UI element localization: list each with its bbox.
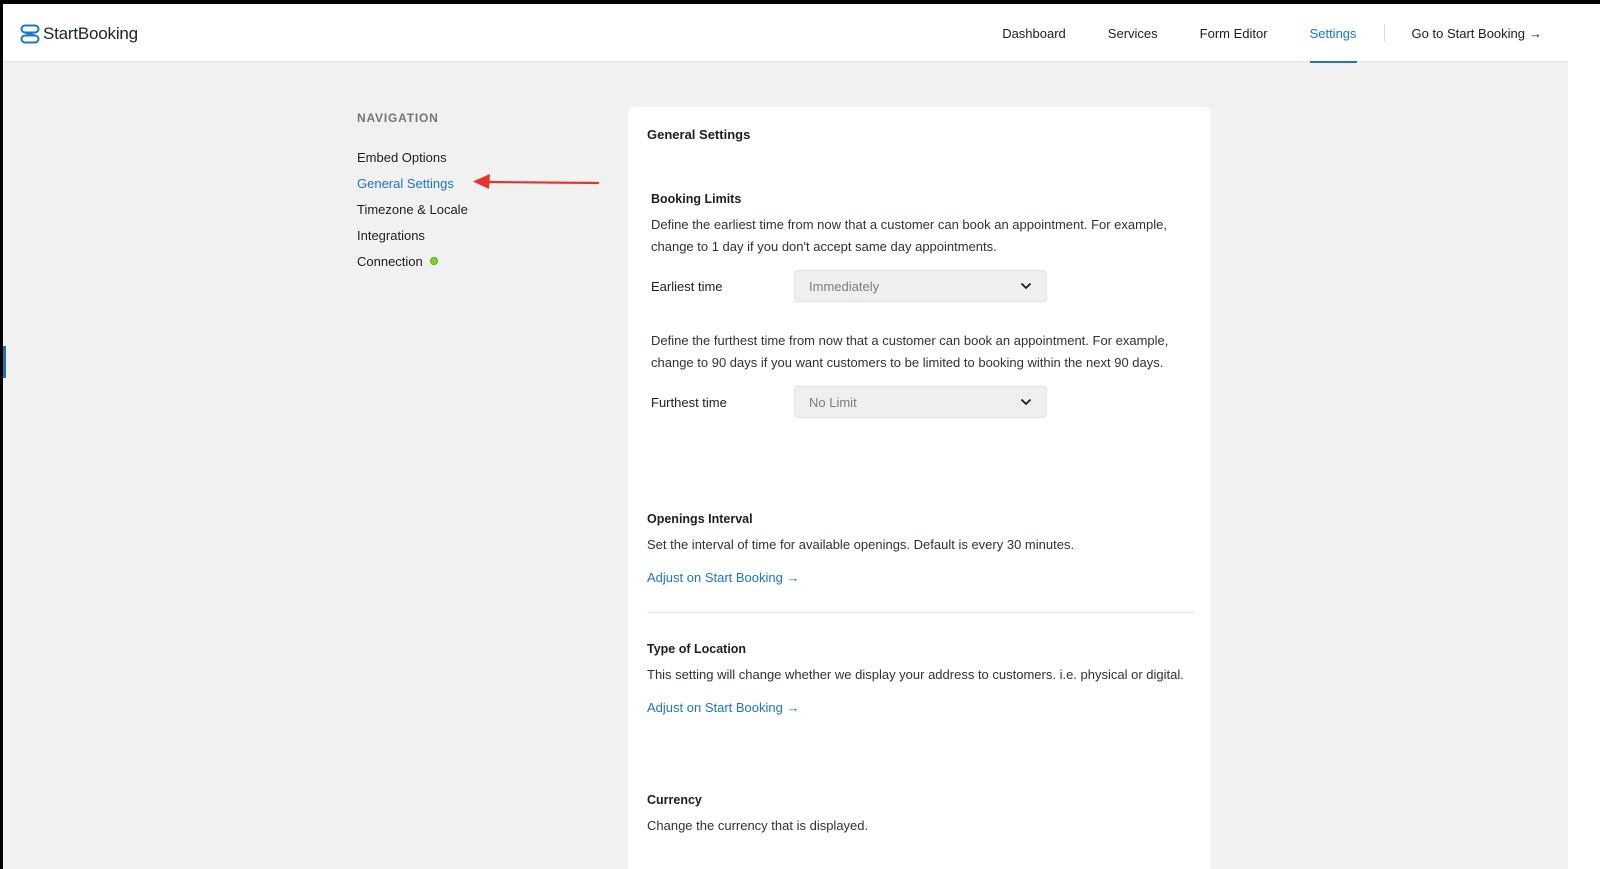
nav-divider (1383, 24, 1385, 42)
nav-dashboard[interactable]: Dashboard (1002, 4, 1066, 62)
earliest-time-select[interactable]: Immediately (794, 270, 1047, 302)
furthest-time-select[interactable]: No Limit (794, 386, 1047, 418)
type-of-location-heading: Type of Location (647, 642, 747, 656)
sidenav-item-embed-options[interactable]: Embed Options (357, 144, 557, 170)
booking-limits-section: Booking Limits Define the earliest time … (651, 192, 1196, 418)
currency-heading: Currency (647, 793, 702, 807)
right-edge-strip (1568, 4, 1600, 869)
type-of-location-section: Type of Location This setting will chang… (647, 642, 1192, 715)
openings-interval-section: Openings Interval Set the interval of ti… (647, 512, 1192, 585)
openings-interval-description: Set the interval of time for available o… (647, 537, 1075, 552)
startbooking-logo-icon (20, 24, 40, 44)
location-adjust-link[interactable]: Adjust on Start Booking → (647, 700, 799, 715)
currency-section: Currency Change the currency that is dis… (647, 793, 1192, 837)
chevron-down-icon (1020, 398, 1032, 406)
type-of-location-description: This setting will change whether we disp… (647, 667, 1184, 682)
brand-name: StartBooking (43, 24, 138, 43)
furthest-time-row: Furthest time No Limit (651, 386, 1196, 418)
furthest-description: Define the furthest time from now that a… (651, 333, 1169, 370)
sidenav-item-connection[interactable]: Connection (357, 248, 557, 274)
brand-logo[interactable]: StartBooking (20, 24, 138, 44)
furthest-time-label: Furthest time (651, 394, 727, 410)
sidenav-item-label: Connection (357, 253, 423, 269)
general-settings-card: General Settings Booking Limits Define t… (628, 107, 1211, 869)
nav-settings[interactable]: Settings (1309, 4, 1357, 63)
go-to-start-booking-link[interactable]: Go to Start Booking → (1412, 4, 1542, 62)
card-title: General Settings (647, 127, 751, 142)
connection-status-dot (429, 257, 438, 265)
openings-interval-heading: Openings Interval (647, 512, 753, 526)
booking-limits-heading: Booking Limits (651, 192, 742, 206)
sidenav-item-timezone-locale[interactable]: Timezone & Locale (357, 196, 557, 222)
sidenav-heading: NAVIGATION (357, 111, 439, 125)
edge-handle[interactable] (3, 346, 6, 378)
top-bar: StartBooking Dashboard Services Form Edi… (3, 4, 1568, 63)
earliest-time-label: Earliest time (651, 278, 723, 294)
nav-services[interactable]: Services (1108, 4, 1158, 62)
annotation-arrow-icon (473, 174, 600, 189)
furthest-time-value: No Limit (809, 394, 857, 410)
sidenav-item-integrations[interactable]: Integrations (357, 222, 557, 248)
app-window: StartBooking Dashboard Services Form Edi… (3, 4, 1600, 869)
settings-sidenav: NAVIGATION Embed Options General Setting… (357, 111, 557, 274)
section-divider (647, 612, 1194, 613)
earliest-description: Define the earliest time from now that a… (651, 217, 1167, 254)
top-nav: Dashboard Services Form Editor Settings … (1002, 4, 1568, 63)
arrow-right-icon: → (1529, 25, 1542, 41)
earliest-time-row: Earliest time Immediately (651, 270, 1196, 302)
nav-form-editor[interactable]: Form Editor (1200, 4, 1268, 62)
chevron-down-icon (1020, 282, 1032, 290)
go-to-start-booking-label: Go to Start Booking (1411, 25, 1525, 41)
earliest-time-value: Immediately (809, 278, 880, 294)
currency-description: Change the currency that is displayed. (647, 818, 869, 833)
openings-adjust-link[interactable]: Adjust on Start Booking → (647, 570, 799, 585)
